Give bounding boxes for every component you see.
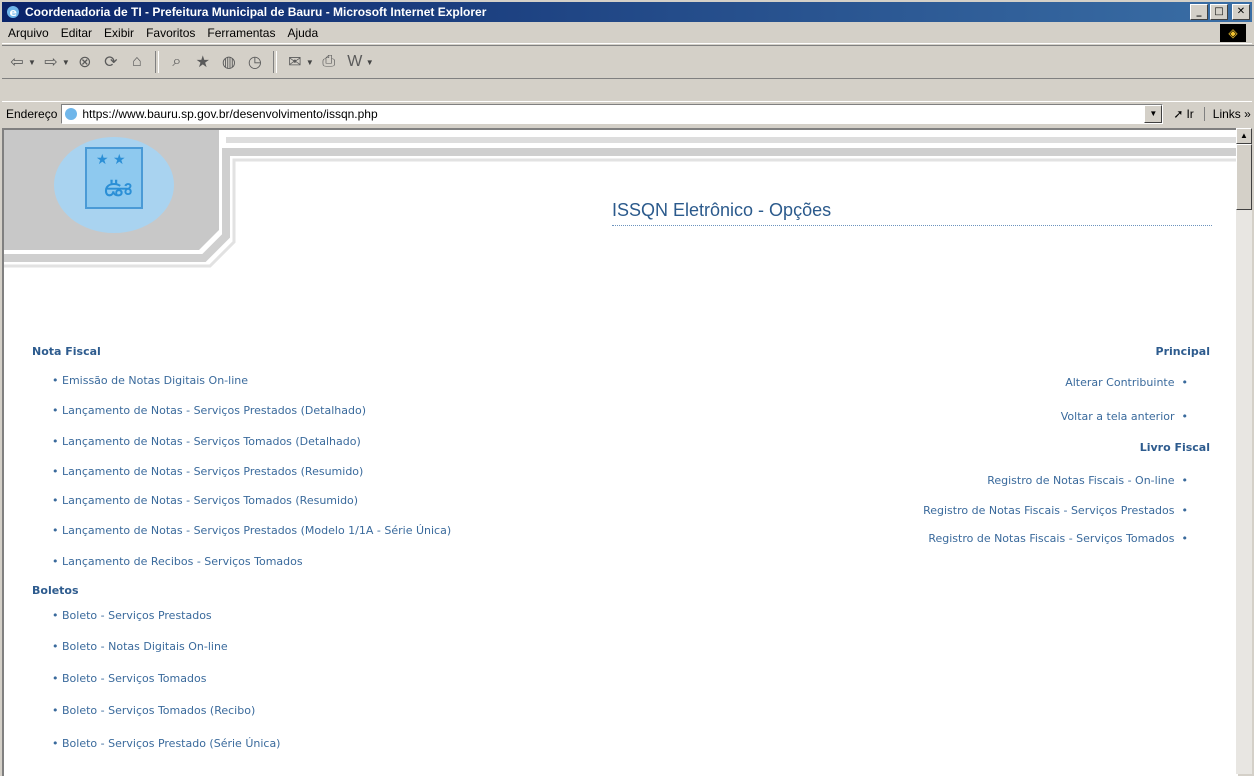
- scroll-up-icon[interactable]: ▲: [1236, 128, 1252, 144]
- favorites-icon[interactable]: ★: [192, 51, 214, 73]
- menu-bar: Arquivo Editar Exibir Favoritos Ferramen…: [2, 23, 1252, 44]
- link-boleto-tomados[interactable]: • Boleto - Serviços Tomados: [52, 672, 206, 685]
- scroll-thumb[interactable]: [1236, 144, 1252, 210]
- link-emissao-notas[interactable]: • Emissão de Notas Digitais On-line: [52, 374, 248, 387]
- media-icon[interactable]: ◍: [218, 51, 240, 73]
- link-boleto-notas-digitais[interactable]: • Boleto - Notas Digitais On-line: [52, 640, 228, 653]
- forward-dropdown-icon[interactable]: ▼: [62, 58, 70, 67]
- search-icon[interactable]: ⌕: [166, 51, 188, 73]
- svg-text:e: e: [10, 6, 17, 19]
- window-titlebar: e Coordenadoria de TI - Prefeitura Munic…: [2, 2, 1252, 22]
- forward-icon[interactable]: ⇨: [40, 51, 62, 73]
- go-button[interactable]: ➚ Ir: [1163, 107, 1203, 121]
- menu-favoritos[interactable]: Favoritos: [140, 26, 201, 40]
- mail-icon[interactable]: ✉: [284, 51, 306, 73]
- address-label: Endereço: [6, 107, 58, 121]
- menu-arquivo[interactable]: Arquivo: [2, 26, 55, 40]
- address-bar: Endereço https://www.bauru.sp.gov.br/des…: [2, 101, 1252, 126]
- link-lanc-prestados-modelo[interactable]: • Lançamento de Notas - Serviços Prestad…: [52, 524, 451, 537]
- link-boleto-prestados[interactable]: • Boleto - Serviços Prestados: [52, 609, 212, 622]
- svg-text:★ ★: ★ ★: [96, 152, 126, 168]
- link-lanc-prestados-resumido[interactable]: • Lançamento de Notas - Serviços Prestad…: [52, 465, 363, 478]
- toolbar-separator: [154, 51, 159, 73]
- menu-editar[interactable]: Editar: [55, 26, 98, 40]
- section-title-livro-fiscal: Livro Fiscal: [1139, 441, 1210, 454]
- section-title-principal: Principal: [1155, 345, 1210, 358]
- link-registro-tomados[interactable]: Registro de Notas Fiscais - Serviços Tom…: [764, 532, 1188, 545]
- back-dropdown-icon[interactable]: ▼: [28, 58, 36, 67]
- section-title-boletos: Boletos: [32, 584, 79, 597]
- refresh-icon[interactable]: ⟳: [100, 51, 122, 73]
- vertical-scrollbar[interactable]: ▲: [1236, 128, 1252, 774]
- home-icon[interactable]: ⌂: [126, 51, 148, 73]
- minimize-button[interactable]: _: [1190, 4, 1208, 20]
- page-icon: [65, 108, 78, 120]
- windows-logo-icon: ◈: [1220, 24, 1246, 42]
- link-lanc-tomados-resumido[interactable]: • Lançamento de Notas - Serviços Tomados…: [52, 494, 358, 507]
- link-lanc-recibos-tomados[interactable]: • Lançamento de Recibos - Serviços Tomad…: [52, 555, 303, 568]
- close-button[interactable]: ✕: [1232, 4, 1250, 20]
- menu-exibir[interactable]: Exibir: [98, 26, 140, 40]
- link-boleto-tomados-recibo[interactable]: • Boleto - Serviços Tomados (Recibo): [52, 704, 255, 717]
- link-voltar-tela-anterior[interactable]: Voltar a tela anterior •: [804, 410, 1188, 423]
- link-registro-prestados[interactable]: Registro de Notas Fiscais - Serviços Pre…: [764, 504, 1188, 517]
- address-dropdown-icon[interactable]: ▼: [1144, 105, 1163, 123]
- go-arrow-icon: ➚: [1173, 107, 1184, 121]
- stop-icon[interactable]: ⊗: [74, 51, 96, 73]
- page-viewport: ★ ★ ఊ ISSQN Eletrônico - Opções Nota Fis…: [2, 128, 1238, 776]
- link-lanc-tomados-detalhado[interactable]: • Lançamento de Notas - Serviços Tomados…: [52, 435, 361, 448]
- page-title: ISSQN Eletrônico - Opções: [612, 200, 1212, 226]
- edit-icon[interactable]: W: [344, 51, 366, 73]
- link-alterar-contribuinte[interactable]: Alterar Contribuinte •: [804, 376, 1188, 389]
- section-title-nota-fiscal: Nota Fiscal: [32, 345, 101, 358]
- link-boleto-prestado-serie-unica[interactable]: • Boleto - Serviços Prestado (Série Únic…: [52, 737, 280, 750]
- coat-of-arms-logo: ★ ★ ఊ: [54, 137, 174, 233]
- maximize-button[interactable]: □: [1210, 4, 1228, 20]
- ie-icon: e: [7, 6, 19, 19]
- history-icon[interactable]: ◷: [244, 51, 266, 73]
- mail-dropdown-icon[interactable]: ▼: [306, 58, 314, 67]
- toolbar: ⇦ ▼ ⇨ ▼ ⊗ ⟳ ⌂ ⌕ ★ ◍ ◷ ✉ ▼ ⎙ W ▼: [2, 45, 1254, 79]
- link-lanc-prestados-detalhado[interactable]: • Lançamento de Notas - Serviços Prestad…: [52, 404, 366, 417]
- print-icon[interactable]: ⎙: [318, 51, 340, 73]
- edit-dropdown-icon[interactable]: ▼: [366, 58, 374, 67]
- link-registro-online[interactable]: Registro de Notas Fiscais - On-line •: [764, 474, 1188, 487]
- menu-ferramentas[interactable]: Ferramentas: [201, 26, 281, 40]
- go-label: Ir: [1186, 107, 1194, 121]
- svg-text:ఊ: ఊ: [104, 173, 132, 203]
- back-icon[interactable]: ⇦: [6, 51, 28, 73]
- menu-ajuda[interactable]: Ajuda: [281, 26, 324, 40]
- address-input[interactable]: https://www.bauru.sp.gov.br/desenvolvime…: [61, 104, 1164, 124]
- links-button[interactable]: Links »: [1203, 107, 1251, 121]
- toolbar-separator: [272, 51, 277, 73]
- address-url: https://www.bauru.sp.gov.br/desenvolvime…: [82, 107, 378, 121]
- window-title: Coordenadoria de TI - Prefeitura Municip…: [25, 5, 487, 19]
- links-label: Links: [1212, 107, 1241, 121]
